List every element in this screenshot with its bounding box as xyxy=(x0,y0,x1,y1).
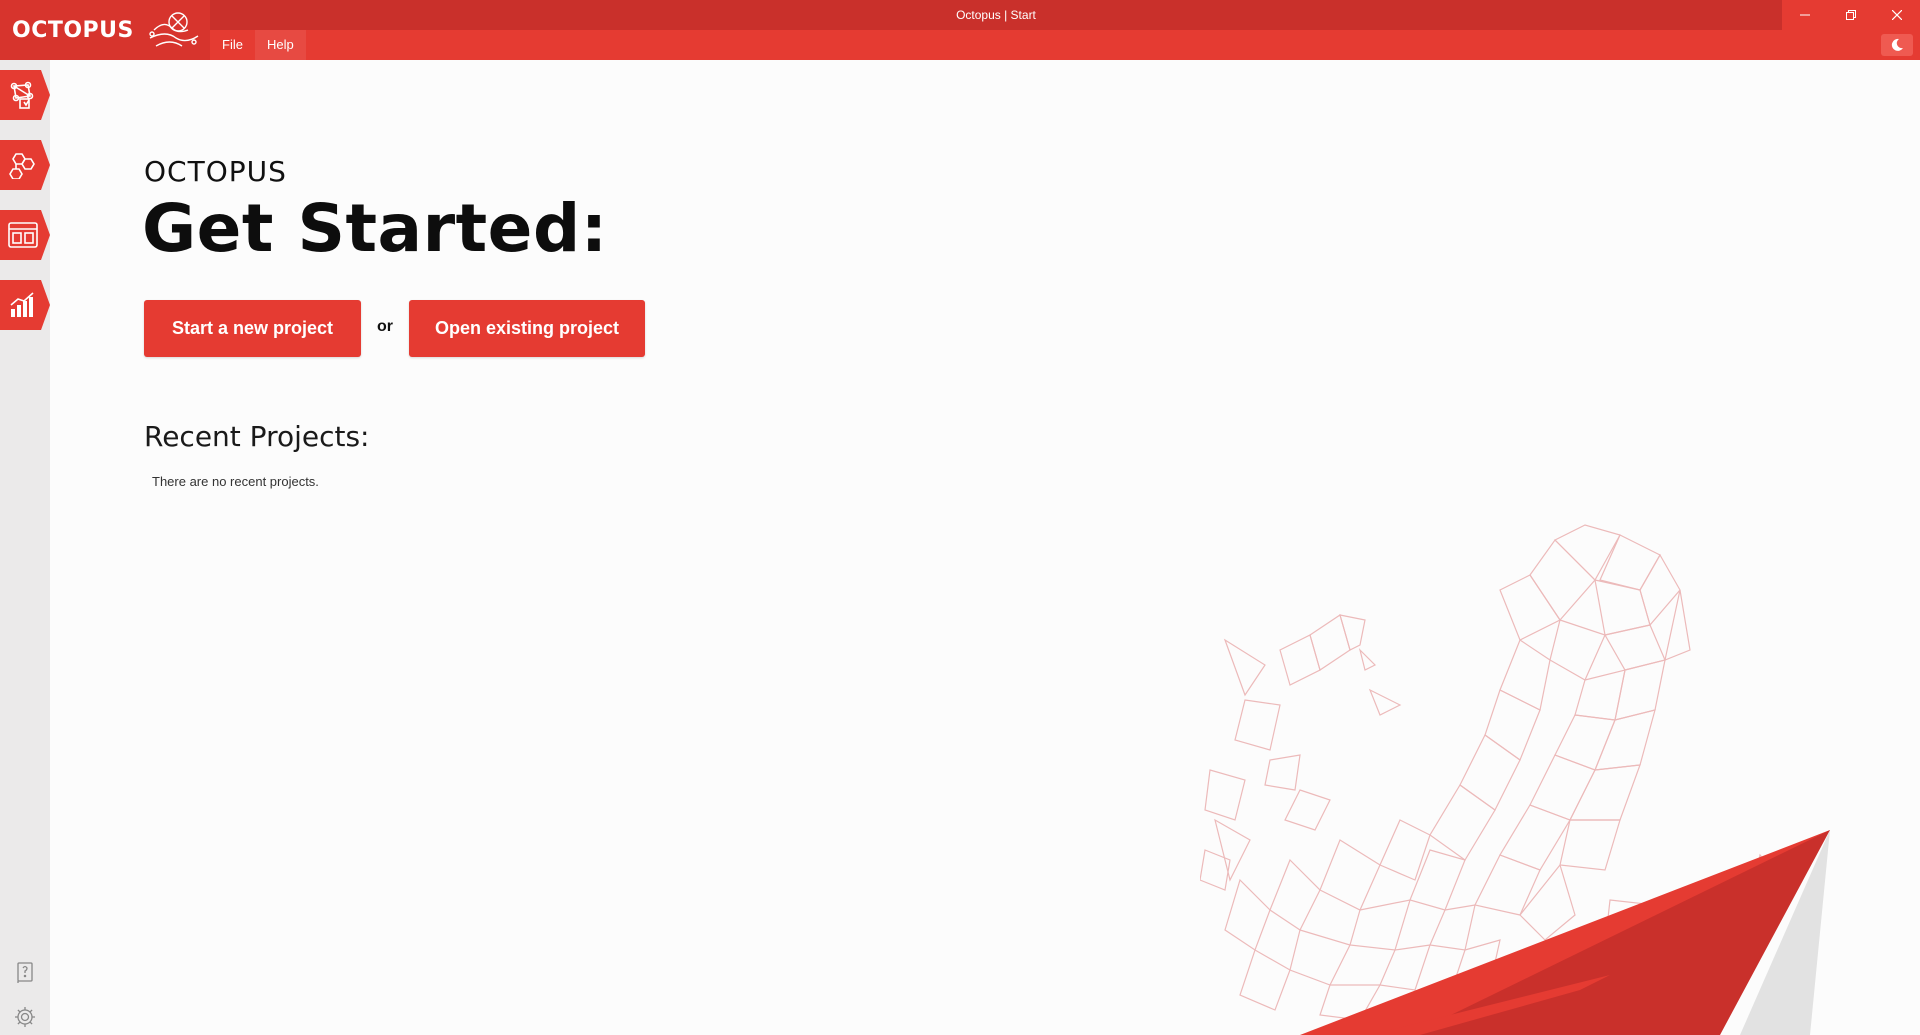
moon-icon xyxy=(1891,38,1903,51)
sidebar-tab-molecule[interactable] xyxy=(0,140,50,190)
network-structure-icon xyxy=(10,81,34,109)
open-existing-project-button[interactable]: Open existing project xyxy=(409,300,645,357)
theme-toggle-button[interactable] xyxy=(1881,34,1913,56)
window-caption-strip xyxy=(0,0,1782,30)
molecule-icon xyxy=(9,153,35,179)
sidebar-tab-network[interactable] xyxy=(0,70,50,120)
close-button[interactable] xyxy=(1874,0,1920,30)
restore-icon xyxy=(1846,10,1856,20)
menu-file[interactable]: File xyxy=(210,30,255,60)
logo-text: OCTOPUS xyxy=(12,17,134,43)
menu-bar: File Help xyxy=(210,30,306,60)
app-logo: OCTOPUS xyxy=(0,0,210,60)
minimize-button[interactable] xyxy=(1782,0,1828,30)
recent-projects-heading: Recent Projects: xyxy=(144,420,370,453)
bar-chart-icon xyxy=(10,292,34,317)
sidebar-tab-analytics[interactable] xyxy=(0,280,50,330)
menu-help[interactable]: Help xyxy=(254,30,306,60)
help-book-icon xyxy=(17,962,33,983)
brand-label: OCTOPUS xyxy=(144,155,287,188)
sidebar xyxy=(0,60,50,1035)
help-button[interactable] xyxy=(10,958,40,988)
gear-icon xyxy=(15,1007,35,1027)
start-new-project-button[interactable]: Start a new project xyxy=(144,300,361,357)
octopus-background-illustration xyxy=(1200,524,1830,1035)
or-separator: or xyxy=(377,318,393,335)
recent-projects-empty-message: There are no recent projects. xyxy=(152,474,319,489)
close-icon xyxy=(1892,10,1902,20)
window-controls xyxy=(1782,0,1920,30)
page-title: Get Started: xyxy=(142,190,608,267)
title-bar: OCTOPUS Octopus | Start File Help xyxy=(0,0,1920,60)
sidebar-tab-dashboard[interactable] xyxy=(0,210,50,260)
octopus-logo-icon xyxy=(149,12,199,47)
restore-button[interactable] xyxy=(1828,0,1874,30)
dashboard-layout-icon xyxy=(8,222,38,248)
settings-button[interactable] xyxy=(10,1002,40,1032)
minimize-icon xyxy=(1800,14,1810,16)
